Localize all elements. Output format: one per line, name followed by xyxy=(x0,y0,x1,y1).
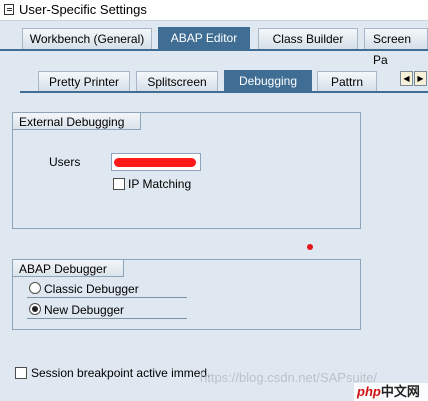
title-bar: User-Specific Settings xyxy=(0,0,428,21)
session-breakpoint-checkbox[interactable] xyxy=(15,367,27,379)
session-breakpoint-label: Session breakpoint active immed. xyxy=(31,366,211,380)
tab-scroll-left-icon[interactable]: ◀ xyxy=(400,71,413,86)
classic-debugger-divider xyxy=(27,297,187,298)
tab-scroll-right-icon[interactable]: ▶ xyxy=(414,71,427,86)
external-debugging-group: External Debugging Users IP Matching xyxy=(12,112,361,229)
main-tab-strip: Workbench (General) ABAP Editor Class Bu… xyxy=(0,27,428,67)
abap-debugger-group: ABAP Debugger Classic Debugger New Debug… xyxy=(12,259,361,330)
new-debugger-label: New Debugger xyxy=(44,303,125,317)
redacted-value xyxy=(114,158,196,167)
ip-matching-checkbox[interactable] xyxy=(113,178,125,190)
users-label: Users xyxy=(49,155,81,169)
new-debugger-divider xyxy=(27,318,187,319)
tab-splitscreen[interactable]: Splitscreen xyxy=(136,71,218,91)
window-title: User-Specific Settings xyxy=(19,2,147,17)
new-debugger-radio[interactable] xyxy=(29,303,41,315)
sub-tab-strip: Pretty Printer Splitscreen Debugging Pat… xyxy=(20,70,428,93)
radio-selected-dot xyxy=(32,306,38,312)
logo-php: php xyxy=(357,384,381,399)
classic-debugger-radio[interactable] xyxy=(29,282,41,294)
watermark-text: https://blog.csdn.net/SAPsuite/ xyxy=(200,370,378,385)
php-cn-logo: php中文网 xyxy=(354,383,428,401)
settings-window-icon xyxy=(4,4,14,15)
ip-matching-label: IP Matching xyxy=(128,177,192,191)
tab-pattern[interactable]: Pattrn xyxy=(317,71,377,91)
external-debugging-title: External Debugging xyxy=(12,112,142,130)
tab-pretty-printer[interactable]: Pretty Printer xyxy=(38,71,130,91)
tab-debugging[interactable]: Debugging xyxy=(224,70,312,91)
tab-workbench-general[interactable]: Workbench (General) xyxy=(22,28,152,49)
logo-zh: 中文网 xyxy=(380,384,420,399)
users-input[interactable] xyxy=(111,153,201,171)
red-dot-marker xyxy=(307,244,313,250)
tab-screen-painter[interactable]: Screen Pa xyxy=(364,28,428,67)
tab-abap-editor[interactable]: ABAP Editor xyxy=(158,27,250,49)
abap-debugger-title: ABAP Debugger xyxy=(12,259,124,277)
classic-debugger-label: Classic Debugger xyxy=(44,282,139,296)
tab-class-builder[interactable]: Class Builder xyxy=(258,28,358,49)
